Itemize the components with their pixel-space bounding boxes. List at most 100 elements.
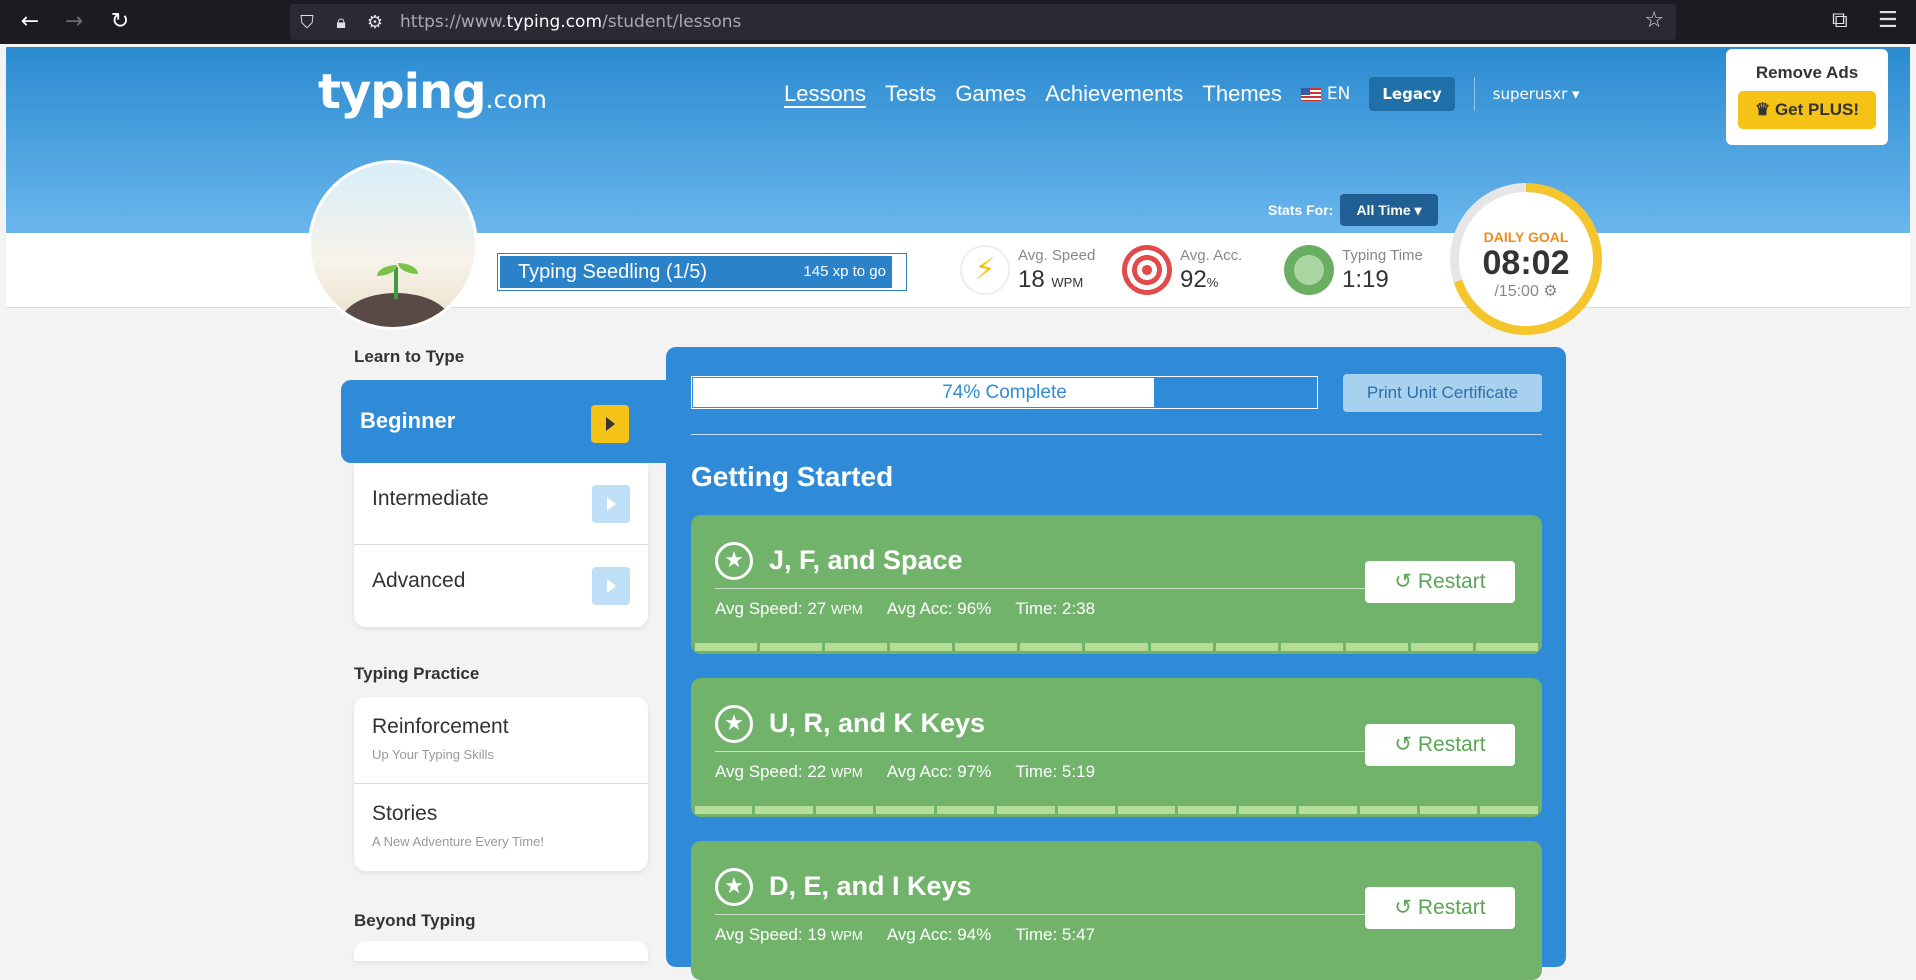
daily-goal-target: /15:00 (1494, 283, 1539, 300)
language-label: EN (1326, 84, 1351, 104)
sidebar-item-intermediate[interactable]: Intermediate (354, 463, 648, 545)
lesson-divider (715, 914, 1365, 915)
daily-goal-label: DAILY GOAL (1483, 229, 1569, 245)
lesson-speed: Avg Speed: 27 WPM (715, 599, 863, 618)
beyond-typing-list (354, 941, 648, 961)
lesson-title: D, E, and I Keys (769, 871, 972, 901)
nav-lessons[interactable]: Lessons (784, 81, 866, 107)
forward-icon[interactable]: → (60, 8, 88, 36)
advanced-label: Advanced (372, 569, 466, 592)
beyond-typing-heading: Beyond Typing (354, 911, 476, 930)
nav-tests[interactable]: Tests (885, 81, 936, 107)
crown-icon: ♛ (1754, 100, 1771, 119)
reinforcement-subtitle: Up Your Typing Skills (372, 747, 494, 762)
restart-button[interactable]: ↺ Restart (1365, 887, 1515, 929)
lesson-title: J, F, and Space (769, 545, 963, 575)
menu-icon[interactable]: ☰ (1878, 8, 1898, 33)
xp-to-go: 145 xp to go (803, 263, 886, 280)
stats-for-label: Stats For: (1268, 202, 1334, 218)
play-icon[interactable] (591, 405, 629, 443)
sidebar-item-reinforcement[interactable]: Reinforcement Up Your Typing Skills (354, 697, 648, 784)
permissions-icon[interactable]: ⚙ (358, 12, 392, 33)
lesson-card[interactable]: ★ D, E, and I Keys Avg Speed: 19 WPM Avg… (691, 841, 1542, 980)
stats-range-dropdown[interactable]: All Time ▾ (1340, 194, 1438, 226)
lesson-time: Time: 5:47 (1015, 925, 1096, 944)
target-icon (1122, 245, 1172, 295)
gear-icon[interactable]: ⚙ (1543, 283, 1557, 300)
accuracy-value: 92 (1180, 265, 1207, 293)
typing-time-value: 1:19 (1342, 265, 1389, 293)
url-text[interactable]: https://www.typing.com/student/lessons (400, 12, 741, 32)
bookmark-star-icon[interactable]: ☆ (1644, 8, 1664, 33)
sidebar-item-advanced[interactable]: Advanced (354, 545, 648, 627)
star-icon: ★ (715, 542, 753, 580)
restart-label: Restart (1417, 733, 1486, 756)
us-flag-icon (1300, 87, 1321, 101)
header-banner (6, 47, 1910, 233)
legacy-button[interactable]: Legacy (1369, 77, 1455, 111)
daily-goal-ring[interactable]: DAILY GOAL 08:02 /15:00 ⚙ (1450, 183, 1602, 335)
caret-down-icon: ▾ (1414, 202, 1422, 218)
level-title: Typing Seedling (1/5) (518, 261, 708, 283)
get-plus-label: Get PLUS! (1774, 100, 1860, 119)
learn-to-type-heading: Learn to Type (354, 347, 465, 366)
nav-themes[interactable]: Themes (1202, 81, 1281, 107)
user-menu[interactable]: superusxr ▾ (1493, 85, 1580, 103)
extensions-icon[interactable]: ⧉ (1832, 8, 1848, 33)
level-list: Intermediate Advanced (354, 463, 648, 627)
practice-list: Reinforcement Up Your Typing Skills Stor… (354, 697, 648, 871)
speed-label: Avg. Speed (1018, 246, 1096, 264)
history-icon: ↺ (1394, 570, 1413, 593)
nav-games[interactable]: Games (955, 81, 1026, 107)
lesson-divider (715, 751, 1365, 752)
section-divider (691, 434, 1542, 435)
remove-ads-box: Remove Ads ♛ Get PLUS! (1726, 49, 1888, 145)
daily-goal-time: 08:02 (1482, 244, 1570, 282)
lesson-card[interactable]: ★ J, F, and Space Avg Speed: 27 WPM Avg … (691, 515, 1542, 654)
unit-progress-text: 74% Complete (942, 382, 1067, 403)
stories-subtitle: A New Adventure Every Time! (372, 834, 544, 849)
nav-achievements[interactable]: Achievements (1045, 81, 1183, 107)
lesson-panel: 74% Complete Print Unit Certificate Gett… (666, 347, 1566, 980)
lesson-card[interactable]: ★ U, R, and K Keys Avg Speed: 22 WPM Avg… (691, 678, 1542, 817)
stories-label: Stories (372, 802, 438, 825)
sidebar-item-stories[interactable]: Stories A New Adventure Every Time! (354, 784, 648, 871)
shield-icon[interactable]: ⛉ (290, 12, 324, 33)
beginner-label: Beginner (360, 408, 456, 433)
get-plus-button[interactable]: ♛ Get PLUS! (1738, 91, 1876, 129)
lesson-accuracy: Avg Acc: 97% (886, 762, 992, 781)
restart-button[interactable]: ↺ Restart (1365, 724, 1515, 766)
typing-practice-heading: Typing Practice (354, 664, 480, 683)
stat-accuracy: Avg. Acc. 92% (1122, 245, 1242, 295)
stat-typing-time: Typing Time 1:19 (1284, 245, 1423, 295)
typing-logo[interactable]: typing.com (318, 64, 547, 120)
stats-range-value: All Time (1356, 202, 1411, 218)
typing-time-label: Typing Time (1342, 246, 1423, 264)
level-progress-bar[interactable]: Typing Seedling (1/5) 145 xp to go (497, 253, 907, 291)
avatar[interactable] (308, 160, 478, 330)
nav-divider (1473, 77, 1475, 111)
speed-value: 18 (1018, 265, 1045, 293)
back-icon[interactable]: ← (16, 8, 44, 36)
play-icon[interactable] (592, 567, 630, 605)
remove-ads-label: Remove Ads (1755, 63, 1859, 82)
star-icon: ★ (715, 705, 753, 743)
star-icon: ★ (715, 868, 753, 906)
accuracy-unit: % (1206, 274, 1219, 290)
lesson-accuracy: Avg Acc: 96% (886, 599, 992, 618)
reload-icon[interactable]: ↻ (106, 8, 134, 36)
address-bar[interactable]: ⛉ 🔒︎ ⚙ https://www.typing.com/student/le… (290, 4, 1676, 40)
sidebar-item-beginner[interactable]: Beginner (341, 380, 667, 463)
restart-label: Restart (1417, 896, 1486, 919)
lightning-icon: ⚡ (960, 245, 1010, 295)
lock-icon[interactable]: 🔒︎ (324, 12, 358, 33)
caret-down-icon: ▾ (1572, 85, 1580, 103)
stats-bar (6, 233, 1910, 308)
play-icon[interactable] (592, 485, 630, 523)
lesson-title: U, R, and K Keys (769, 708, 986, 738)
restart-button[interactable]: ↺ Restart (1365, 561, 1515, 603)
language-selector[interactable]: EN (1300, 84, 1351, 104)
print-certificate-button[interactable]: Print Unit Certificate (1343, 374, 1542, 412)
lesson-time: Time: 5:19 (1015, 762, 1096, 781)
lesson-speed: Avg Speed: 22 WPM (715, 762, 863, 781)
